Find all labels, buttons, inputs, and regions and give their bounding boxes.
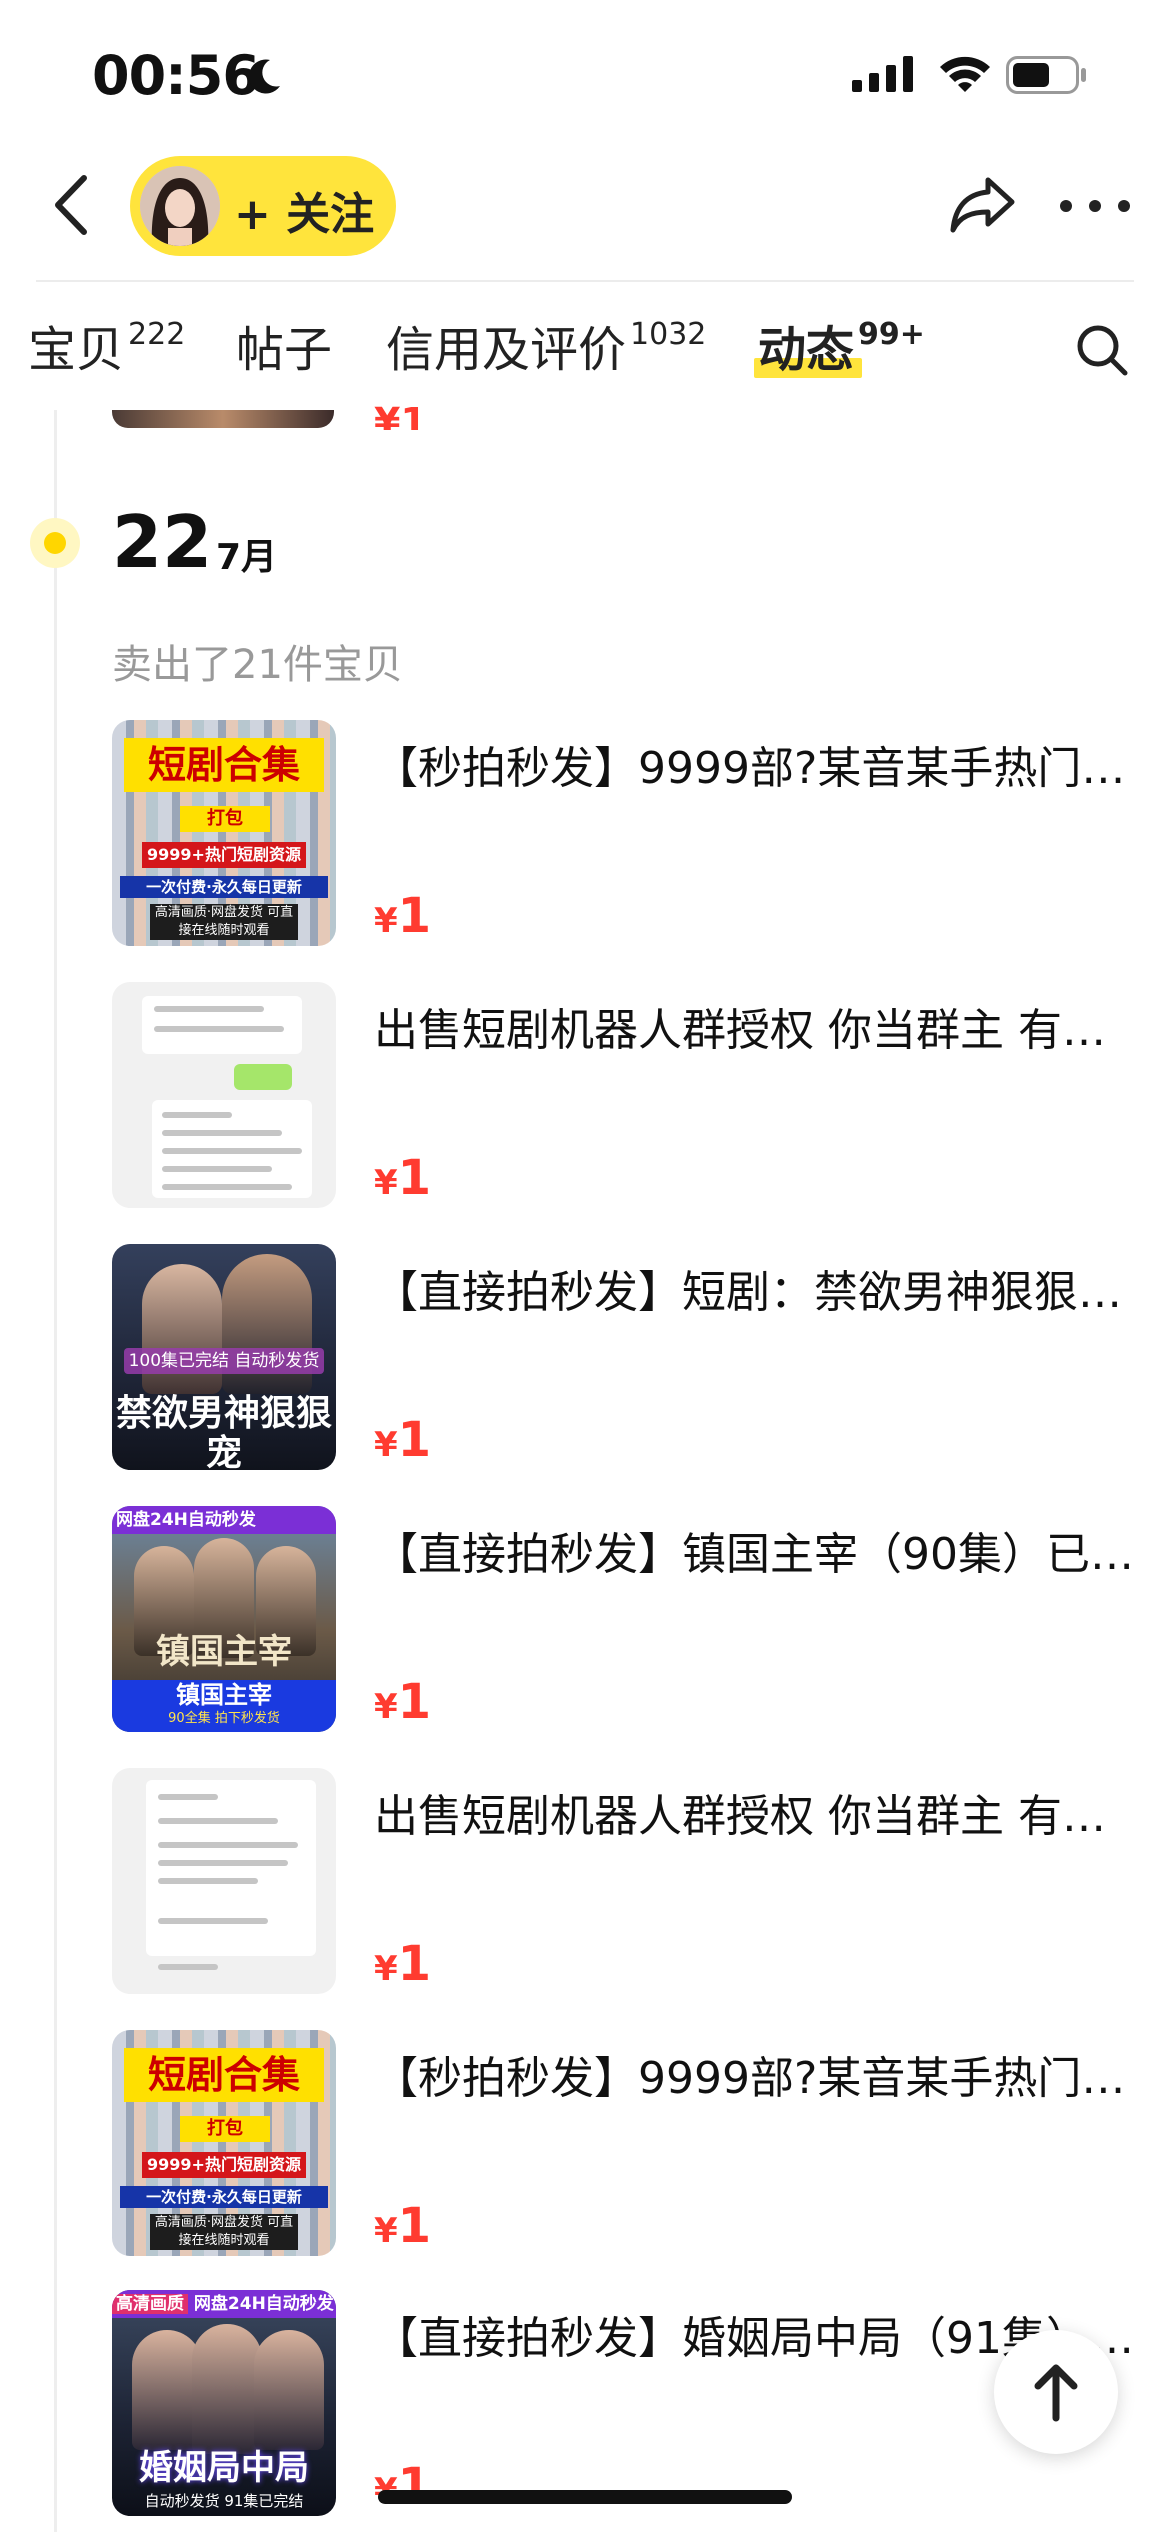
thumb-text: 自动秒发货 91集已完结	[144, 2492, 304, 2510]
list-item[interactable]: 短剧合集 打包 9999+热门短剧资源 一次付费·永久每日更新 高清画质·网盘发…	[112, 2030, 1134, 2256]
scroll-to-top-button[interactable]	[994, 2330, 1118, 2454]
item-price: ¥1	[374, 888, 432, 944]
item-price: ¥1	[374, 1936, 432, 1992]
thumb-text: 短剧合集	[124, 738, 324, 792]
timeline-dot	[30, 518, 80, 568]
thumb-text: 打包	[180, 806, 270, 832]
follow-label: + 关注	[234, 189, 375, 240]
item-title: 【直接拍秒发】短剧：禁欲男神狠狠宠（100集）	[374, 1267, 1134, 1318]
thumb-text: 禁欲男神狠狠宠	[115, 1393, 332, 1471]
follow-button[interactable]: + 关注	[130, 156, 396, 256]
arrow-up-icon	[1034, 2364, 1078, 2422]
thumb-text: 短剧合集	[124, 2048, 324, 2102]
partial-item-price: ¥1	[374, 400, 427, 430]
avatar[interactable]	[140, 166, 220, 246]
status-time: 00:56	[92, 44, 260, 107]
timeline-line	[54, 410, 57, 2532]
item-price: ¥1	[374, 2458, 432, 2514]
battery-icon	[1006, 56, 1086, 94]
list-item[interactable]: 短剧合集 打包 9999+热门短剧资源 一次付费·永久每日更新 高清画质·网盘发…	[112, 720, 1134, 946]
list-item[interactable]: 高清画质 网盘24H自动秒发 婚姻局中局 自动秒发货 91集已完结 【直接拍秒发…	[112, 2290, 1134, 2516]
item-thumbnail[interactable]: 网盘24H自动秒发 镇国主宰 镇国主宰 90全集 拍下秒发货	[112, 1506, 336, 1732]
wifi-icon	[940, 56, 990, 92]
item-price: ¥1	[374, 1412, 432, 1468]
item-thumbnail[interactable]: 100集已完结 自动秒发货 禁欲男神狠狠宠	[112, 1244, 336, 1470]
header-divider	[36, 280, 1134, 282]
tab-label: 帖子	[236, 322, 333, 378]
back-icon[interactable]	[44, 170, 104, 240]
thumb-text: 9999+热门短剧资源	[142, 842, 306, 868]
item-title: 【秒拍秒发】9999部?某音某手热门短剧合集	[374, 2053, 1134, 2104]
item-thumbnail[interactable]	[112, 1768, 336, 1994]
list-item[interactable]: 网盘24H自动秒发 镇国主宰 镇国主宰 90全集 拍下秒发货 【直接拍秒发】镇国…	[112, 1506, 1134, 1732]
list-item[interactable]: 出售短剧机器人群授权 你当群主 有人搜剧 ¥1	[112, 1768, 1134, 1994]
tab-label: 动态	[758, 322, 855, 378]
item-price: ¥1	[374, 1150, 432, 1206]
tab-items[interactable]: 宝贝 222	[28, 310, 185, 380]
item-price: ¥1	[374, 2198, 432, 2254]
thumb-text: 高清画质·网盘发货 可直接在线随时观看	[150, 2214, 298, 2250]
item-price: ¥1	[374, 1674, 432, 1730]
thumb-text: 打包	[180, 2116, 270, 2142]
thumb-text: 90全集 拍下秒发货	[168, 1711, 280, 1726]
thumb-text: 镇国主宰	[176, 1681, 272, 1709]
item-thumbnail[interactable]: 短剧合集 打包 9999+热门短剧资源 一次付费·永久每日更新 高清画质·网盘发…	[112, 2030, 336, 2256]
tab-posts[interactable]: 帖子	[236, 310, 332, 380]
date-month: 7月	[216, 537, 278, 578]
thumb-text: 高清画质·网盘发货 可直接在线随时观看	[150, 904, 298, 940]
home-indicator[interactable]	[378, 2490, 792, 2504]
date-day: 22	[112, 500, 213, 584]
status-bar: 00:56	[0, 0, 1170, 150]
tab-count: 1032	[630, 317, 707, 352]
item-title: 【直接拍秒发】镇国主宰（90集）已完结	[374, 1529, 1134, 1580]
item-thumbnail[interactable]: 高清画质 网盘24H自动秒发 婚姻局中局 自动秒发货 91集已完结	[112, 2290, 336, 2516]
item-thumbnail[interactable]	[112, 982, 336, 1208]
list-item[interactable]: 100集已完结 自动秒发货 禁欲男神狠狠宠 【直接拍秒发】短剧：禁欲男神狠狠宠（…	[112, 1244, 1134, 1470]
item-title: 出售短剧机器人群授权 你当群主 有人搜剧	[374, 1791, 1134, 1842]
thumb-text: 100集已完结 自动秒发货	[124, 1348, 324, 1374]
thumb-text: 9999+热门短剧资源	[142, 2152, 306, 2178]
sold-summary: 卖出了21件宝贝	[112, 642, 403, 688]
list-item[interactable]: 出售短剧机器人群授权 你当群主 有人搜剧 ¥1	[112, 982, 1134, 1208]
tab-count: 99+	[858, 317, 925, 352]
signal-icon	[852, 56, 913, 92]
search-icon[interactable]	[1074, 322, 1130, 378]
share-icon[interactable]	[948, 172, 1018, 238]
tab-label: 宝贝	[28, 322, 125, 378]
tab-credit-reviews[interactable]: 信用及评价 1032	[386, 310, 706, 380]
item-thumbnail[interactable]: 短剧合集 打包 9999+热门短剧资源 一次付费·永久每日更新 高清画质·网盘发…	[112, 720, 336, 946]
thumb-text: 网盘24H自动秒发	[112, 1506, 336, 1534]
thumb-text: 一次付费·永久每日更新	[120, 2186, 328, 2208]
more-icon[interactable]	[1058, 196, 1132, 216]
item-title: 【秒拍秒发】9999部?某音某手热门短剧合集	[374, 743, 1134, 794]
tab-activity[interactable]: 动态 99+	[758, 310, 925, 380]
thumb-text: 婚姻局中局	[139, 2448, 309, 2488]
thumb-text: 一次付费·永久每日更新	[120, 876, 328, 898]
tab-label: 信用及评价	[386, 322, 627, 378]
item-title: 出售短剧机器人群授权 你当群主 有人搜剧	[374, 1005, 1134, 1056]
thumb-text: 高清画质 网盘24H自动秒发	[112, 2290, 336, 2318]
moon-icon	[248, 59, 280, 94]
partial-item-thumbnail[interactable]	[112, 410, 334, 428]
tab-count: 222	[128, 317, 186, 352]
thumb-text: 镇国主宰	[156, 1632, 292, 1672]
